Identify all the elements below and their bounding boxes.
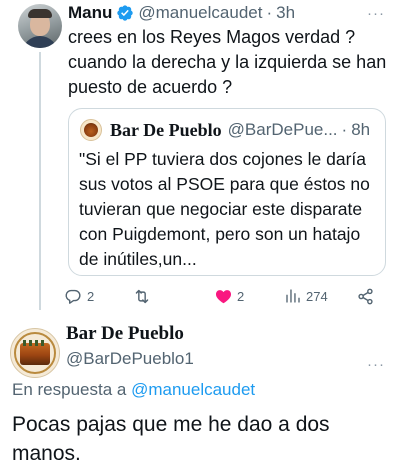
heart-icon [214,287,233,306]
reply-prefix: En respuesta a [12,380,127,399]
reply-context: En respuesta a @manuelcaudet [12,380,255,400]
reply-icon [64,287,83,306]
views-icon [284,287,302,305]
tweet-bar-de-pueblo[interactable]: Bar De Pueblo @BarDePueblo1 ··· En respu… [0,318,400,472]
quote-author-handle: @BarDePue... [227,120,338,139]
like-button[interactable]: 2 [214,284,244,308]
more-icon[interactable]: ··· [364,354,388,374]
tweet-text: Pocas pajas que me he dao a dos manos. [12,413,330,465]
retweet-icon [132,287,152,306]
views-count: 274 [306,288,328,304]
verified-badge-icon [116,4,134,22]
tweet-manu[interactable]: Manu @manuelcaudet · 3h ··· crees en los… [0,0,400,312]
quoted-tweet[interactable]: Bar De Pueblo @BarDePue... · 8h "Si el P… [68,108,386,276]
views-button[interactable]: 274 [284,284,328,308]
reply-count: 2 [87,288,95,304]
retweet-button[interactable] [132,284,156,308]
action-bar: 2 2 274 [64,284,390,308]
more-icon[interactable]: ··· [364,3,388,23]
avatar-bar-de-pueblo[interactable] [10,328,60,378]
quote-avatar [80,119,102,141]
like-count: 2 [237,288,245,304]
avatar-manu[interactable] [18,4,62,48]
author-handle[interactable]: @manuelcaudet [138,3,262,23]
quote-author-name: Bar De Pueblo [110,119,222,140]
quote-timestamp: 8h [351,120,371,139]
share-icon [356,287,375,306]
author-name[interactable]: Bar De Pueblo [66,323,184,345]
quote-text: "Si el PP tuviera dos cojones le daría s… [79,149,370,269]
author-name[interactable]: Manu [68,3,112,23]
quote-separator-dot: · [341,120,348,139]
tweet-header: Manu @manuelcaudet · 3h [68,3,295,23]
tweet-text: crees en los Reyes Magos verdad ? cuando… [68,27,387,97]
reply-button[interactable]: 2 [64,284,94,308]
thread-line [39,52,41,310]
separator-dot: · [266,3,273,22]
quote-header: Bar De Pueblo @BarDePue... · 8h [110,119,370,141]
reply-mention-link[interactable]: @manuelcaudet [131,380,255,399]
author-handle[interactable]: @BarDePueblo1 [66,349,194,369]
share-button[interactable] [356,284,375,308]
timestamp[interactable]: 3h [276,3,295,23]
